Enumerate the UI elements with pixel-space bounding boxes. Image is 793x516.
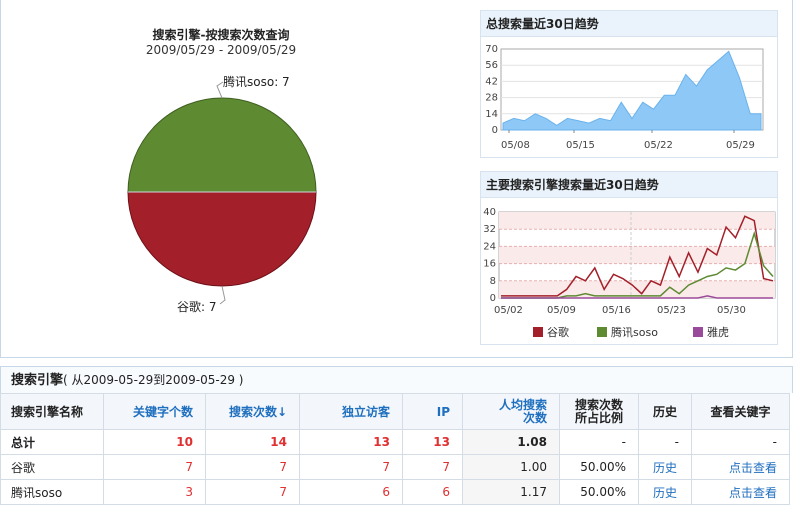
y-tick-label: 8 [490,276,496,287]
cell-name: 腾讯soso [0,479,104,505]
table-title-bar: 搜索引擎( 从2009-05-29到2009-05-29 ) [0,366,793,393]
cell-searches: 7 [205,454,300,480]
cell-visitors: 6 [299,479,403,505]
x-tick-label: 05/09 [547,305,576,316]
col-header-per-person[interactable]: 人均搜索 次数 [462,393,560,430]
total-trend-panel: 总搜索量近30日趋势 0 14 28 42 56 70 05/08 05/15 05/22 05/… [480,10,778,158]
cell-ip: 7 [402,454,463,480]
cell-visitors: 7 [299,454,403,480]
total-trend-title: 总搜索量近30日趋势 [481,11,777,37]
table-row: 腾讯soso 3 7 6 6 1.17 50.00% 历史 点击查看 [0,479,790,505]
legend-swatch [597,327,607,337]
pie-slice-google [127,191,317,287]
x-tick-label: 05/15 [566,140,595,151]
y-tick-label: 56 [485,60,498,71]
legend-label: 谷歌 [547,325,569,339]
col-header-ratio-line2: 所占比例 [574,410,623,425]
col-header-per-person-line2: 次数 [522,410,547,425]
history-link[interactable]: 历史 [638,479,692,505]
cell-ratio: - [559,429,639,455]
grid-band [499,212,775,230]
pie-chart [127,81,317,305]
y-tick-label: 28 [485,93,498,104]
x-tick-label: 05/02 [494,305,523,316]
col-header-ratio: 搜索次数 所占比例 [559,393,639,430]
cell-searches: 14 [205,429,300,455]
engine-trend-title: 主要搜索引擎搜索量近30日趋势 [481,172,777,198]
charts-area: 搜索引擎-按搜索次数查询 2009/05/29 - 2009/05/29 腾讯s… [0,0,793,358]
y-tick-label: 70 [485,44,498,55]
col-header-visitors[interactable]: 独立访客 [299,393,403,430]
y-tick-label: 24 [483,241,496,252]
cell-name: 谷歌 [0,454,104,480]
engine-trend-chart: 0 8 16 24 32 40 05/02 05/09 05/16 05/23 05/30 谷歌 腾讯s… [483,207,776,339]
cell-ratio: 50.00% [559,454,639,480]
col-header-name: 搜索引擎名称 [0,393,104,430]
engine-table: 搜索引擎名称 关键字个数 搜索次数↓ 独立访客 IP 人均搜索 次数 搜索次数 … [0,393,790,505]
pie-label-google: 谷歌: 7 [177,300,217,314]
legend-label: 腾讯soso [611,325,658,339]
x-tick-label: 05/08 [501,140,530,151]
col-header-ratio-line1: 搜索次数 [574,397,623,412]
y-tick-label: 14 [485,109,498,120]
table-row: 谷歌 7 7 7 7 1.00 50.00% 历史 点击查看 [0,454,790,480]
cell-ip: 6 [402,479,463,505]
y-tick-label: 0 [490,293,496,304]
col-header-keywords[interactable]: 关键字个数 [103,393,206,430]
pie-leader-bottom [219,285,226,305]
cell-keywords: 7 [103,454,206,480]
legend-label: 雅虎 [707,325,729,339]
col-header-history: 历史 [638,393,692,430]
cell-keywords: 10 [103,429,206,455]
y-tick-label: 0 [492,125,498,136]
engine-trend-panel: 主要搜索引擎搜索量近30日趋势 0 8 16 24 32 40 05/02 05/09 05/1… [480,171,778,345]
legend-swatch [533,327,543,337]
table-title: 搜索引擎 [11,373,64,388]
x-tick-label: 05/22 [644,140,673,151]
cell-ratio: 50.00% [559,479,639,505]
cell-per-person: 1.08 [462,429,560,455]
legend-swatch [693,327,703,337]
cell-name: 总计 [0,429,104,455]
x-tick-label: 05/23 [657,305,686,316]
col-header-searches-label: 搜索次数↓ [228,405,287,419]
pie-slice-tencent [127,97,317,193]
col-header-view-keywords: 查看关键字 [691,393,790,430]
grid-band [499,246,775,264]
col-header-searches[interactable]: 搜索次数↓ [205,393,300,430]
cell-history: - [638,429,692,455]
cell-keywords: 3 [103,479,206,505]
y-tick-label: 40 [483,207,496,218]
engine-table-section: 搜索引擎( 从2009-05-29到2009-05-29 ) 搜索引擎名称 关键… [0,366,793,516]
cell-per-person: 1.00 [462,454,560,480]
table-header-row: 搜索引擎名称 关键字个数 搜索次数↓ 独立访客 IP 人均搜索 次数 搜索次数 … [0,393,790,430]
y-tick-label: 42 [485,76,498,87]
x-tick-label: 05/30 [717,305,746,316]
history-link[interactable]: 历史 [638,454,692,480]
cell-view: - [691,429,790,455]
x-tick-label: 05/29 [726,140,755,151]
y-tick-label: 32 [483,224,496,235]
pie-label-tencent: 腾讯soso: 7 [223,75,290,89]
table-range: ( 从2009-05-29到2009-05-29 ) [63,373,244,387]
cell-searches: 7 [205,479,300,505]
view-keywords-link[interactable]: 点击查看 [691,454,790,480]
x-tick-label: 05/16 [602,305,631,316]
col-header-ip[interactable]: IP [402,393,463,430]
cell-ip: 13 [402,429,463,455]
cell-visitors: 13 [299,429,403,455]
cell-per-person: 1.17 [462,479,560,505]
total-trend-chart: 0 14 28 42 56 70 05/08 05/15 05/22 05/29 [485,44,764,151]
table-row-total: 总计 10 14 13 13 1.08 - - - [0,429,790,455]
y-tick-label: 16 [483,259,496,270]
col-header-per-person-line1: 人均搜索 [498,397,547,412]
view-keywords-link[interactable]: 点击查看 [691,479,790,505]
